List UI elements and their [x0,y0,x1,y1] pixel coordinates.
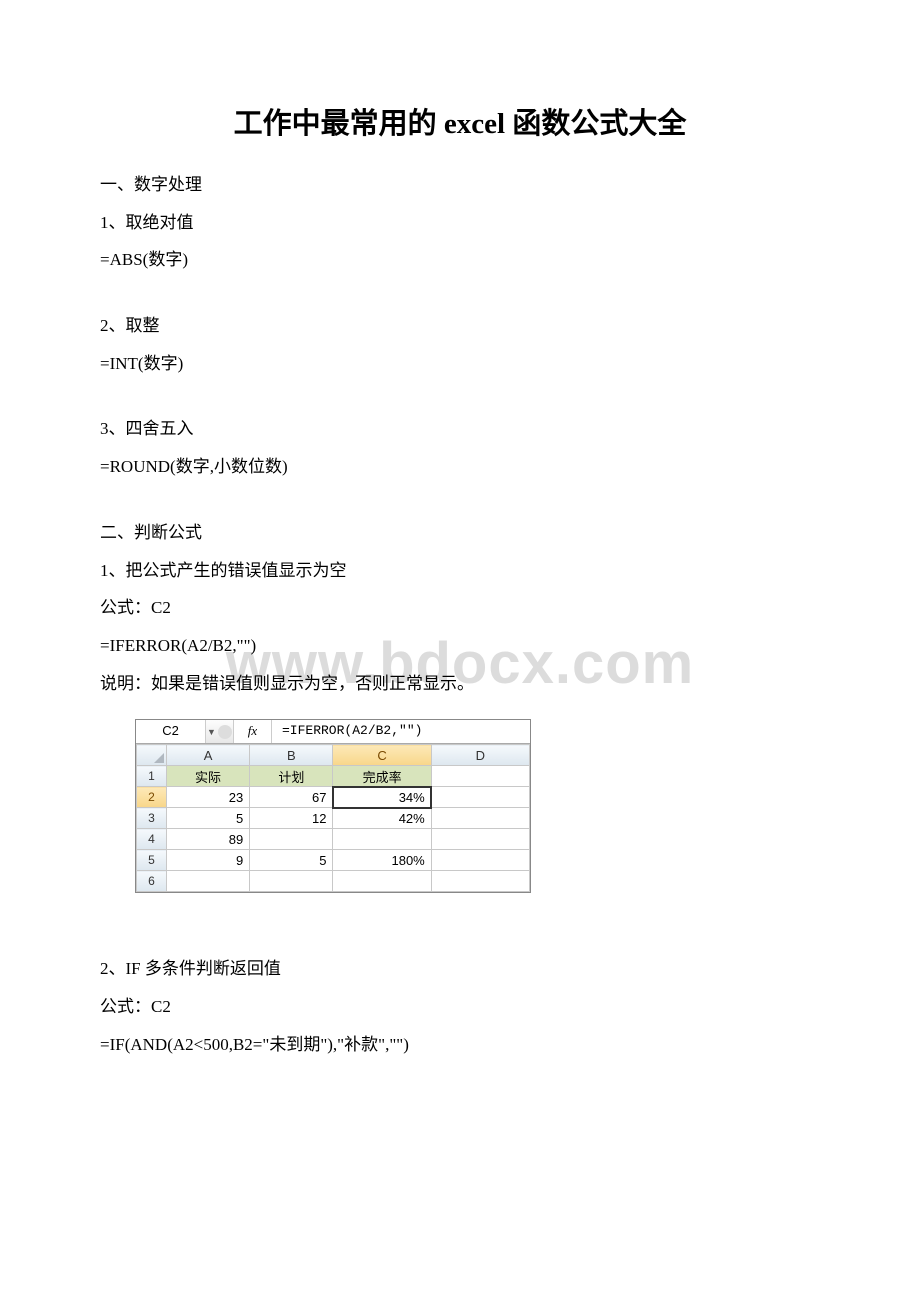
col-header-b[interactable]: B [250,745,333,766]
cell-d3[interactable] [431,808,529,829]
item-1-1-formula: =ABS(数字) [100,242,820,278]
cell-c1[interactable]: 完成率 [333,766,431,787]
cell-d2[interactable] [431,787,529,808]
item-2-2-cell: 公式：C2 [100,989,820,1025]
item-2-1-note: 说明：如果是错误值则显示为空，否则正常显示。 [100,666,820,702]
cell-d6[interactable] [431,871,529,892]
row-header-4[interactable]: 4 [137,829,167,850]
cell-d4[interactable] [431,829,529,850]
col-header-c[interactable]: C [333,745,431,766]
item-2-1-formula: =IFERROR(A2/B2,"") [100,628,820,664]
cell-c2[interactable]: 34% [333,787,431,808]
item-2-1-cell: 公式：C2 [100,590,820,626]
item-2-2-formula: =IF(AND(A2<500,B2="未到期"),"补款","") [100,1027,820,1063]
excel-formula-row: C2 ▼ fx =IFERROR(A2/B2,"") [136,720,530,744]
excel-screenshot: C2 ▼ fx =IFERROR(A2/B2,"") A B C D 1 实际 … [135,719,531,893]
cell-d5[interactable] [431,850,529,871]
cell-c6[interactable] [333,871,431,892]
row-header-5[interactable]: 5 [137,850,167,871]
cell-b6[interactable] [250,871,333,892]
row-header-1[interactable]: 1 [137,766,167,787]
col-header-d[interactable]: D [431,745,529,766]
cancel-icon [218,725,232,739]
cell-d1[interactable] [431,766,529,787]
cell-b2[interactable]: 67 [250,787,333,808]
cell-b5[interactable]: 5 [250,850,333,871]
triangle-icon [154,753,164,763]
item-2-1-label: 1、把公式产生的错误值显示为空 [100,553,820,589]
section-2-heading: 二、判断公式 [100,515,820,551]
row-header-2[interactable]: 2 [137,787,167,808]
item-1-1-label: 1、取绝对值 [100,205,820,241]
chevron-down-icon: ▼ [207,727,216,737]
col-header-a[interactable]: A [166,745,249,766]
cell-c5[interactable]: 180% [333,850,431,871]
cell-b1[interactable]: 计划 [250,766,333,787]
cell-a2[interactable]: 23 [166,787,249,808]
excel-grid: A B C D 1 实际 计划 完成率 2 23 67 34% 3 5 [136,744,530,892]
select-all-corner[interactable] [137,745,167,766]
fx-button[interactable]: fx [234,720,272,743]
name-box-dropdown[interactable]: ▼ [206,720,234,743]
page-title: 工作中最常用的 excel 函数公式大全 [100,100,820,142]
cell-a4[interactable]: 89 [166,829,249,850]
row-header-6[interactable]: 6 [137,871,167,892]
item-1-3-label: 3、四舍五入 [100,411,820,447]
cell-a6[interactable] [166,871,249,892]
document-content: 工作中最常用的 excel 函数公式大全 一、数字处理 1、取绝对值 =ABS(… [100,100,820,1062]
cell-b3[interactable]: 12 [250,808,333,829]
formula-bar[interactable]: =IFERROR(A2/B2,"") [272,720,530,743]
cell-b4[interactable] [250,829,333,850]
cell-a3[interactable]: 5 [166,808,249,829]
item-2-2-label: 2、IF 多条件判断返回值 [100,951,820,987]
name-box[interactable]: C2 [136,720,206,743]
cell-c4[interactable] [333,829,431,850]
row-header-3[interactable]: 3 [137,808,167,829]
section-1-heading: 一、数字处理 [100,167,820,203]
cell-a1[interactable]: 实际 [166,766,249,787]
item-1-2-formula: =INT(数字) [100,346,820,382]
item-1-3-formula: =ROUND(数字,小数位数) [100,449,820,485]
cell-c3[interactable]: 42% [333,808,431,829]
cell-a5[interactable]: 9 [166,850,249,871]
item-1-2-label: 2、取整 [100,308,820,344]
